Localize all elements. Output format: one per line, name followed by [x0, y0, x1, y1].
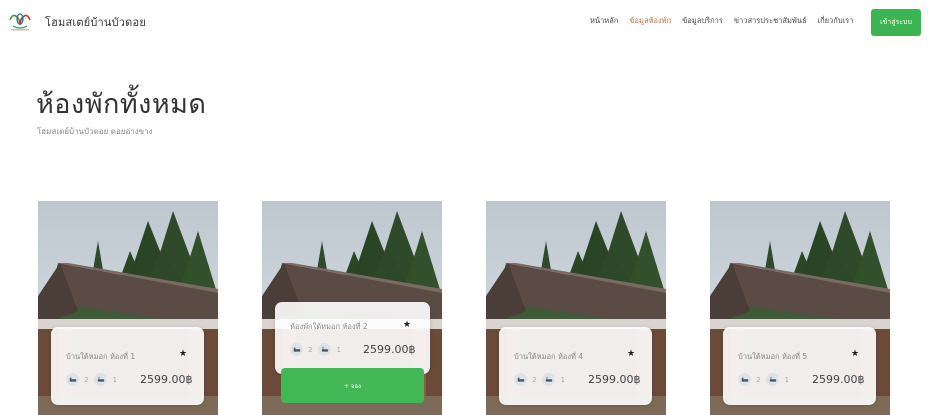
room-info-box [723, 327, 876, 405]
bath-count: 1 [336, 345, 341, 354]
login-button[interactable]: เข้าสู่ระบบ [871, 9, 921, 36]
room-name: ห้องพักใต้หมอก ห้องที่ 2 [290, 322, 368, 331]
room-card[interactable]: บ้านใต้หมอก ห้องที่ 1 ★ 2 1 2599.00฿ [38, 201, 218, 415]
bath-icon [94, 373, 108, 386]
bed-icon [66, 373, 79, 386]
room-price: 2599.00฿ [588, 373, 641, 386]
room-info-box [499, 327, 652, 405]
star-icon: ★ [627, 349, 636, 359]
bed-count: 2 [532, 375, 537, 384]
bath-count: 1 [784, 375, 789, 384]
bed-icon [290, 343, 303, 356]
room-card[interactable]: ห้องพักใต้หมอก ห้องที่ 2 ★ 2 1 2599.00฿ … [262, 201, 442, 415]
room-price: 2599.00฿ [363, 343, 416, 356]
bed-icon [514, 373, 527, 386]
room-price: 2599.00฿ [812, 373, 865, 386]
star-icon: ★ [179, 349, 188, 359]
page-subtitle: โฮมสเตย์บ้านบัวดอย ดอยอ่างขาง [37, 127, 153, 136]
logo-icon[interactable] [7, 6, 33, 32]
bed-count: 2 [308, 345, 313, 354]
main-nav: หน้าหลัก ข้อมูลห้องพัก ข้อมูลบริการ ข่าว… [590, 15, 864, 27]
brand-name[interactable]: โฮมสเตย์บ้านบัวดอย [45, 13, 146, 31]
bath-icon [318, 343, 332, 356]
book-button[interactable]: + จอง [281, 368, 424, 403]
bath-icon [542, 373, 556, 386]
page-title: ห้องพักทั้งหมด [36, 89, 207, 120]
navbar: โฮมสเตย์บ้านบัวดอย หน้าหลัก ข้อมูลห้องพั… [0, 0, 928, 40]
star-icon: ★ [851, 349, 860, 359]
nav-news[interactable]: ข่าวสารประชาสัมพันธ์ [734, 15, 807, 27]
bed-count: 2 [756, 375, 761, 384]
bed-count: 2 [84, 375, 89, 384]
star-icon: ★ [403, 320, 412, 330]
room-meta: 2 1 [738, 373, 795, 386]
nav-home[interactable]: หน้าหลัก [590, 15, 618, 27]
nav-about[interactable]: เกี่ยวกับเรา [818, 15, 854, 27]
room-name: บ้านใต้หมอก ห้องที่ 4 [514, 352, 584, 361]
room-card[interactable]: บ้านใต้หมอก ห้องที่ 5 ★ 2 1 2599.00฿ [710, 201, 890, 415]
room-info-box [275, 302, 430, 374]
nav-services[interactable]: ข้อมูลบริการ [682, 15, 723, 27]
room-meta: 2 1 [514, 373, 571, 386]
nav-rooms[interactable]: ข้อมูลห้องพัก [629, 15, 671, 27]
bed-icon [738, 373, 751, 386]
room-info-box [51, 327, 204, 405]
room-meta: 2 1 [66, 373, 123, 386]
room-price: 2599.00฿ [140, 373, 193, 386]
bath-icon [766, 373, 780, 386]
room-name: บ้านใต้หมอก ห้องที่ 1 [66, 352, 136, 361]
room-name: บ้านใต้หมอก ห้องที่ 5 [738, 352, 808, 361]
bath-count: 1 [112, 375, 117, 384]
room-meta: 2 1 [290, 343, 347, 356]
room-card[interactable]: บ้านใต้หมอก ห้องที่ 4 ★ 2 1 2599.00฿ [486, 201, 666, 415]
bath-count: 1 [560, 375, 565, 384]
